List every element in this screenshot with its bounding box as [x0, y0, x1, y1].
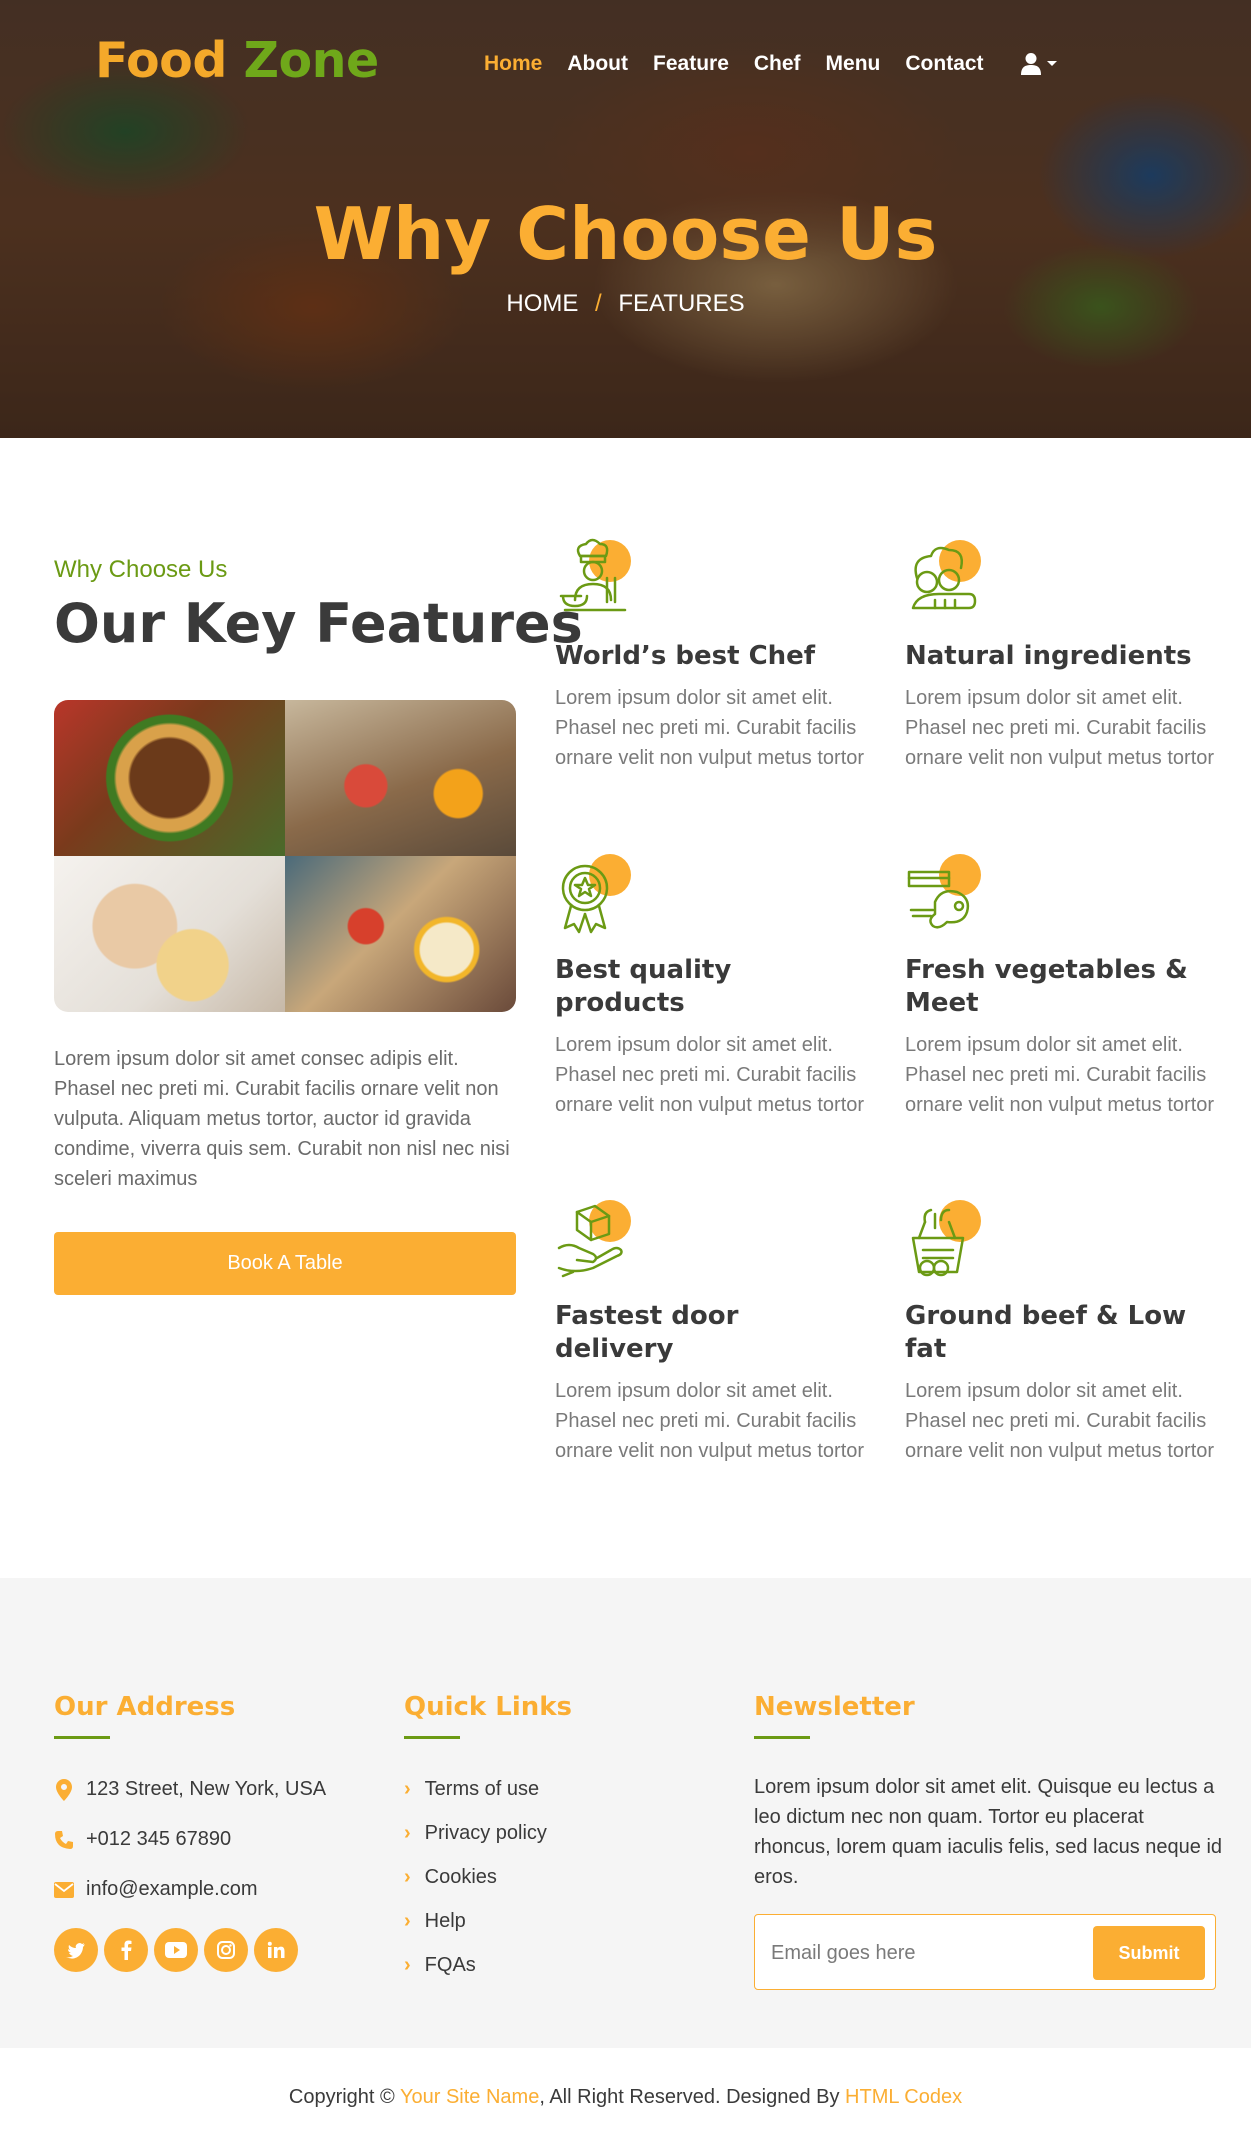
feature-title: World’s best Chef [555, 641, 816, 671]
feature-title: Fastest door delivery [555, 1301, 739, 1364]
map-marker-icon [56, 1778, 72, 1801]
quick-link-label: Cookies [424, 1866, 497, 1888]
footer-title-underline [754, 1736, 810, 1739]
feature-item: Best quality products Lorem ipsum dolor … [555, 852, 865, 1120]
chevron-right-icon: › [404, 1778, 411, 1800]
quick-link-label: FQAs [424, 1954, 476, 1976]
burger-photo [54, 700, 285, 856]
copyright-prefix: Copyright © [288, 2086, 400, 2108]
footer-title-underline [54, 1736, 110, 1739]
caret-down-icon [1047, 61, 1057, 66]
chevron-right-icon: › [404, 1910, 411, 1932]
brand-part-1: Food [95, 32, 227, 89]
section-title: Our Key Features [54, 592, 583, 655]
feature-item: Natural ingredients Lorem ipsum dolor si… [905, 538, 1215, 773]
social-links [54, 1928, 298, 1972]
twitter-icon[interactable] [54, 1928, 98, 1972]
facebook-icon[interactable] [104, 1928, 148, 1972]
site-name-link[interactable]: Your Site Name [400, 2086, 539, 2108]
nav-chef[interactable]: Chef [754, 52, 801, 76]
breadcrumb-home[interactable]: HOME [506, 290, 578, 317]
hero-banner: Food Zone Home About Feature Chef Menu C… [0, 0, 1251, 438]
instagram-icon[interactable] [204, 1928, 248, 1972]
feature-title: Fresh vegetables & Meet [905, 955, 1188, 1018]
copyright: Copyright © Your Site Name, All Right Re… [0, 2086, 1251, 2109]
nav-contact[interactable]: Contact [905, 52, 983, 76]
footer-address: 123 Street, New York, USA [54, 1778, 326, 1801]
envelope-icon [54, 1881, 74, 1898]
newsletter-text: Lorem ipsum dolor sit amet elit. Quisque… [754, 1776, 1223, 1888]
email-text[interactable]: info@example.com [86, 1878, 257, 1901]
footer-address-title: Our Address [54, 1692, 236, 1722]
quick-link-label: Help [424, 1910, 466, 1932]
footer-newsletter-title: Newsletter [754, 1692, 915, 1722]
page-title: Why Choose Us [313, 192, 938, 276]
feature-item: Fresh vegetables & Meet Lorem ipsum dolo… [905, 852, 1215, 1120]
footer-email: info@example.com [54, 1878, 257, 1901]
delivery-icon [555, 1198, 635, 1284]
designer-link[interactable]: HTML Codex [845, 2086, 962, 2108]
phone-text[interactable]: +012 345 67890 [86, 1828, 231, 1851]
feature-text: Lorem ipsum dolor sit amet elit. Phasel … [905, 1034, 1215, 1116]
linkedin-icon[interactable] [254, 1928, 298, 1972]
footer-links-title: Quick Links [404, 1692, 573, 1722]
chevron-right-icon: › [404, 1954, 411, 1976]
quick-link-terms[interactable]: › Terms of use [404, 1778, 539, 1801]
nav-home[interactable]: Home [484, 52, 542, 76]
feature-text: Lorem ipsum dolor sit amet elit. Phasel … [905, 687, 1215, 769]
feature-item: Fastest door delivery Lorem ipsum dolor … [555, 1198, 865, 1466]
breadcrumb: HOME / FEATURES [0, 290, 1251, 318]
feature-text: Lorem ipsum dolor sit amet elit. Phasel … [905, 1380, 1215, 1462]
feature-item: Ground beef & Low fat Lorem ipsum dolor … [905, 1198, 1215, 1466]
footer-phone: +012 345 67890 [54, 1828, 231, 1851]
book-table-button[interactable]: Book A Table [54, 1232, 516, 1295]
meat-icon [905, 852, 985, 938]
nav-menu[interactable]: Menu [826, 52, 881, 76]
user-icon [1021, 53, 1041, 75]
feature-item: World’s best Chef Lorem ipsum dolor sit … [555, 538, 865, 773]
user-dropdown[interactable] [1020, 52, 1058, 76]
feature-title: Best quality products [555, 955, 732, 1018]
section-subtitle: Why Choose Us [54, 556, 228, 583]
quick-link-help[interactable]: › Help [404, 1910, 466, 1933]
main-menu: Home About Feature Chef Menu Contact [484, 52, 1009, 76]
feature-text: Lorem ipsum dolor sit amet elit. Phasel … [555, 1380, 865, 1462]
vegetables-icon [905, 538, 985, 624]
breadcrumb-current: FEATURES [618, 290, 745, 317]
brand-logo[interactable]: Food Zone [95, 32, 379, 89]
navbar: Food Zone Home About Feature Chef Menu C… [0, 0, 1251, 130]
nav-about[interactable]: About [567, 52, 628, 76]
sandwich-photo [54, 856, 285, 1012]
feature-text: Lorem ipsum dolor sit amet elit. Phasel … [555, 1034, 865, 1116]
quality-badge-icon [555, 852, 635, 938]
intro-text: Lorem ipsum dolor sit amet consec adipis… [54, 1048, 510, 1190]
grocery-icon [905, 1198, 985, 1284]
food-collage-image [54, 700, 516, 1012]
quick-link-label: Terms of use [424, 1778, 540, 1800]
phone-icon [55, 1830, 73, 1849]
breadcrumb-separator: / [595, 290, 602, 317]
feature-title: Natural ingredients [905, 641, 1192, 671]
chevron-right-icon: › [404, 1822, 411, 1844]
brand-part-2: Zone [243, 32, 379, 89]
quick-link-privacy[interactable]: › Privacy policy [404, 1822, 547, 1845]
drinks-photo [285, 700, 516, 856]
quick-link-faqs[interactable]: › FQAs [404, 1954, 476, 1977]
youtube-icon[interactable] [154, 1928, 198, 1972]
newsletter-submit-button[interactable]: Submit [1093, 1926, 1205, 1980]
quick-link-label: Privacy policy [424, 1822, 547, 1844]
newsletter-email-input[interactable] [771, 1935, 1071, 1971]
address-text: 123 Street, New York, USA [86, 1778, 327, 1800]
chef-icon [555, 538, 635, 624]
quick-link-cookies[interactable]: › Cookies [404, 1866, 497, 1889]
nav-feature[interactable]: Feature [653, 52, 729, 76]
breakfast-photo [285, 856, 516, 1012]
chevron-right-icon: › [404, 1866, 411, 1888]
newsletter-form: Submit [754, 1914, 1216, 1990]
feature-title: Ground beef & Low fat [905, 1301, 1187, 1364]
copyright-middle: , All Right Reserved. Designed By [539, 2086, 846, 2108]
footer-title-underline [404, 1736, 460, 1739]
feature-text: Lorem ipsum dolor sit amet elit. Phasel … [555, 687, 865, 769]
